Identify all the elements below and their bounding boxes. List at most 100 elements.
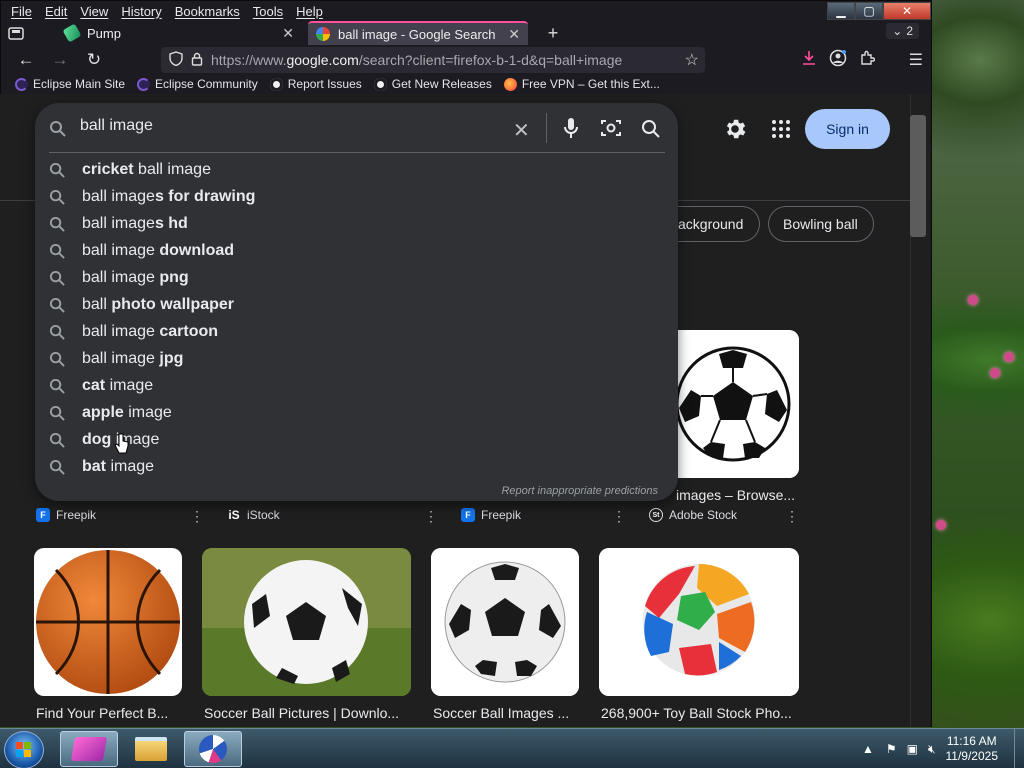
- result-source[interactable]: F Freepik: [36, 508, 96, 522]
- eclipse-icon: [15, 77, 28, 91]
- chevron-down-icon: ⌄: [892, 24, 903, 38]
- more-options-icon[interactable]: ⋮: [424, 508, 438, 525]
- action-center-flag-icon[interactable]: ⚑: [886, 742, 897, 756]
- pump-favicon-icon: [62, 23, 82, 43]
- reload-button[interactable]: ↻: [77, 46, 111, 74]
- lock-icon[interactable]: [191, 52, 203, 69]
- bookmark-eclipse-main[interactable]: Eclipse Main Site: [15, 77, 125, 91]
- list-all-tabs-button[interactable]: ⌄ 2: [886, 23, 919, 39]
- more-options-icon[interactable]: ⋮: [612, 508, 626, 525]
- suggestion-item[interactable]: ball image cartoon: [35, 318, 678, 345]
- forward-button[interactable]: →: [43, 46, 77, 74]
- show-hidden-icons-icon[interactable]: ▲: [862, 742, 874, 756]
- suggestion-item[interactable]: ball photo wallpaper: [35, 291, 678, 318]
- result-caption[interactable]: Find Your Perfect B...: [36, 705, 186, 721]
- new-tab-button[interactable]: +: [540, 21, 566, 45]
- menu-bookmarks[interactable]: Bookmarks: [175, 4, 240, 19]
- wallpaper-flower: [968, 295, 978, 305]
- settings-gear-icon[interactable]: [722, 116, 748, 142]
- result-source[interactable]: F Freepik: [461, 508, 521, 522]
- search-input[interactable]: [80, 117, 480, 135]
- result-image-basketball[interactable]: [34, 548, 182, 696]
- url-text[interactable]: https://www.google.com/search?client=fir…: [211, 52, 622, 68]
- bookmark-eclipse-community[interactable]: Eclipse Community: [137, 77, 258, 91]
- suggestion-text: ball images for drawing: [82, 187, 256, 205]
- suggestion-item[interactable]: cricket ball image: [35, 156, 678, 183]
- more-options-icon[interactable]: ⋮: [190, 508, 204, 525]
- suggestion-item[interactable]: ball image download: [35, 237, 678, 264]
- suggestion-item[interactable]: ball image png: [35, 264, 678, 291]
- app-menu-icon[interactable]: ☰: [909, 50, 923, 70]
- microphone-icon[interactable]: [563, 117, 579, 144]
- menu-file[interactable]: File: [11, 4, 32, 19]
- suggestion-item[interactable]: ball images for drawing: [35, 183, 678, 210]
- close-window-button[interactable]: ✕: [883, 2, 931, 20]
- bookmark-free-vpn[interactable]: Free VPN – Get this Ext...: [503, 77, 660, 91]
- extensions-icon[interactable]: [859, 50, 875, 71]
- suggestion-text: ball images hd: [82, 214, 188, 232]
- back-button[interactable]: ←: [9, 46, 43, 74]
- firefox-view-icon[interactable]: [1, 21, 31, 45]
- volume-muted-icon[interactable]: 🔇︎: [928, 742, 936, 757]
- folder-icon: [135, 737, 167, 761]
- suggestion-item[interactable]: apple image: [35, 399, 678, 426]
- maximize-button[interactable]: ▢: [855, 2, 883, 20]
- minimize-button[interactable]: ▁: [827, 2, 855, 20]
- taskbar-explorer[interactable]: [122, 731, 180, 767]
- bookmark-report-issues[interactable]: Report Issues: [269, 77, 362, 91]
- tab-google-search[interactable]: ball image - Google Search ✕: [308, 21, 528, 45]
- result-caption[interactable]: images – Browse...: [676, 487, 806, 503]
- menu-view[interactable]: View: [80, 4, 108, 19]
- scrollbar-thumb[interactable]: [910, 115, 926, 237]
- download-icon[interactable]: [801, 50, 817, 71]
- tab-close-icon[interactable]: ✕: [508, 26, 520, 43]
- chip-bowling-ball[interactable]: Bowling ball: [768, 206, 874, 242]
- search-suggestions-panel: ✕ cricket ball image ball images for draw…: [35, 103, 678, 501]
- result-source[interactable]: St Adobe Stock: [649, 508, 737, 522]
- suggestion-item[interactable]: ball image jpg: [35, 345, 678, 372]
- google-apps-icon[interactable]: [771, 119, 791, 139]
- menu-tools[interactable]: Tools: [253, 4, 283, 19]
- more-options-icon[interactable]: ⋮: [785, 508, 799, 525]
- wallpaper-flower: [1004, 352, 1014, 362]
- result-caption[interactable]: 268,900+ Toy Ball Stock Pho...: [601, 705, 806, 721]
- result-image-soccer-ball[interactable]: [431, 548, 579, 696]
- report-predictions-link[interactable]: Report inappropriate predictions: [501, 485, 658, 497]
- search-icon: [49, 324, 65, 340]
- result-caption[interactable]: Soccer Ball Pictures | Downlo...: [204, 705, 414, 721]
- bookmark-star-icon[interactable]: ☆: [685, 50, 699, 70]
- suggestion-item[interactable]: ball images hd: [35, 210, 678, 237]
- show-desktop-button[interactable]: [1014, 729, 1024, 768]
- lens-camera-icon[interactable]: [600, 118, 622, 143]
- account-icon[interactable]: [829, 49, 847, 72]
- result-caption[interactable]: Soccer Ball Images ...: [433, 705, 583, 721]
- tab-pump[interactable]: Pump ✕: [57, 21, 302, 45]
- bookmark-get-new-releases[interactable]: Get New Releases: [373, 77, 492, 91]
- result-image-toy-ball[interactable]: [599, 548, 799, 696]
- suggestion-item[interactable]: dog image: [35, 426, 678, 453]
- system-tray: ▲ ⚑ ▣ 🔇︎ 11:16 AM 11/9/2025: [862, 729, 1024, 768]
- url-bar[interactable]: https://www.google.com/search?client=fir…: [161, 47, 705, 73]
- menu-help[interactable]: Help: [296, 4, 323, 19]
- toy-ball-image: [599, 548, 799, 696]
- network-icon[interactable]: ▣: [907, 742, 918, 756]
- result-source[interactable]: iS iStock: [227, 508, 279, 522]
- tab-close-icon[interactable]: ✕: [282, 25, 294, 42]
- start-button[interactable]: [4, 731, 44, 768]
- suggestion-text: ball image download: [82, 241, 235, 259]
- clear-search-icon[interactable]: ✕: [513, 118, 530, 143]
- clock[interactable]: 11:16 AM 11/9/2025: [946, 734, 999, 764]
- shield-icon[interactable]: [169, 51, 183, 69]
- taskbar-app-3[interactable]: [184, 731, 242, 767]
- eclipse-icon: [137, 77, 151, 91]
- result-image-soccer-ball-grass[interactable]: [202, 548, 411, 696]
- search-submit-icon[interactable]: [641, 119, 660, 143]
- suggestion-item[interactable]: bat image: [35, 453, 678, 480]
- app-icon-gears: [199, 735, 227, 763]
- menu-edit[interactable]: Edit: [45, 4, 67, 19]
- sign-in-button[interactable]: Sign in: [805, 109, 890, 149]
- suggestion-text: apple image: [82, 403, 172, 421]
- taskbar-app-1[interactable]: [60, 731, 118, 767]
- suggestion-item[interactable]: cat image: [35, 372, 678, 399]
- menu-history[interactable]: History: [121, 4, 161, 19]
